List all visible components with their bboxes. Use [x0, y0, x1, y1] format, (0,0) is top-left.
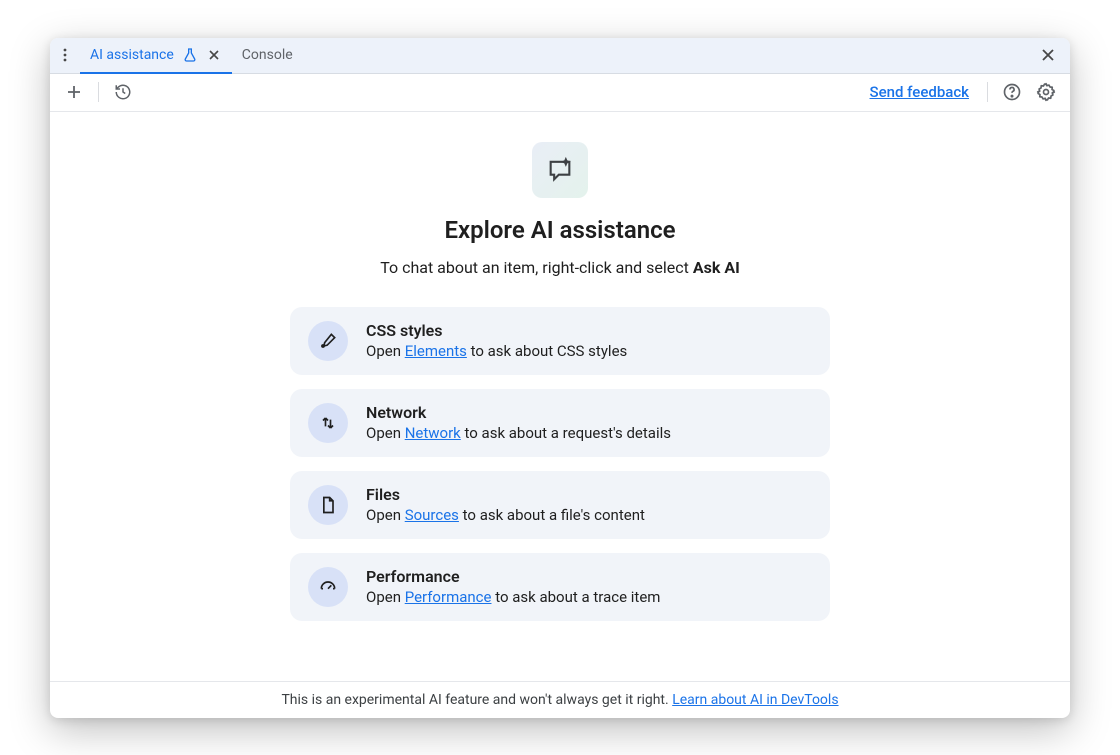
- send-feedback-link[interactable]: Send feedback: [870, 83, 969, 101]
- help-button[interactable]: [998, 78, 1026, 106]
- page-subtitle: To chat about an item, right-click and s…: [380, 258, 740, 277]
- toolbar-divider: [987, 82, 988, 102]
- performance-icon: [308, 567, 348, 607]
- card-desc: Open Elements to ask about CSS styles: [366, 342, 812, 360]
- card-network: Network Open Network to ask about a requ…: [290, 389, 830, 457]
- card-performance: Performance Open Performance to ask abou…: [290, 553, 830, 621]
- tab-label: AI assistance: [90, 47, 174, 63]
- page-title: Explore AI assistance: [444, 216, 675, 244]
- card-desc: Open Sources to ask about a file's conte…: [366, 506, 812, 524]
- file-icon: [308, 485, 348, 525]
- ai-chat-icon: [532, 142, 588, 198]
- history-button[interactable]: [109, 78, 137, 106]
- network-link[interactable]: Network: [405, 424, 461, 442]
- more-menu-button[interactable]: [50, 38, 80, 73]
- learn-more-link[interactable]: Learn about AI in DevTools: [672, 692, 838, 708]
- sources-link[interactable]: Sources: [405, 506, 459, 524]
- card-desc: Open Performance to ask about a trace it…: [366, 588, 812, 606]
- tab-bar: AI assistance Console: [50, 38, 1070, 74]
- settings-button[interactable]: [1032, 78, 1060, 106]
- elements-link[interactable]: Elements: [405, 342, 467, 360]
- card-title: Performance: [366, 567, 812, 586]
- card-title: Files: [366, 485, 812, 504]
- network-icon: [308, 403, 348, 443]
- footer: This is an experimental AI feature and w…: [50, 681, 1070, 718]
- card-desc: Open Network to ask about a request's de…: [366, 424, 812, 442]
- toolbar: Send feedback: [50, 74, 1070, 112]
- tab-label: Console: [242, 47, 293, 63]
- toolbar-divider: [98, 82, 99, 102]
- performance-link[interactable]: Performance: [405, 588, 492, 606]
- brush-icon: [308, 321, 348, 361]
- flask-icon: [182, 47, 198, 63]
- card-title: CSS styles: [366, 321, 812, 340]
- tab-console[interactable]: Console: [232, 38, 303, 73]
- card-css-styles: CSS styles Open Elements to ask about CS…: [290, 307, 830, 375]
- card-files: Files Open Sources to ask about a file's…: [290, 471, 830, 539]
- cards-list: CSS styles Open Elements to ask about CS…: [290, 307, 830, 621]
- new-chat-button[interactable]: [60, 78, 88, 106]
- main-content: Explore AI assistance To chat about an i…: [50, 112, 1070, 681]
- footer-text: This is an experimental AI feature and w…: [281, 692, 672, 708]
- devtools-window: AI assistance Console Send feedback: [50, 38, 1070, 718]
- card-title: Network: [366, 403, 812, 422]
- tab-ai-assistance[interactable]: AI assistance: [80, 38, 232, 73]
- close-tab-button[interactable]: [206, 47, 222, 63]
- close-panel-button[interactable]: [1034, 38, 1062, 73]
